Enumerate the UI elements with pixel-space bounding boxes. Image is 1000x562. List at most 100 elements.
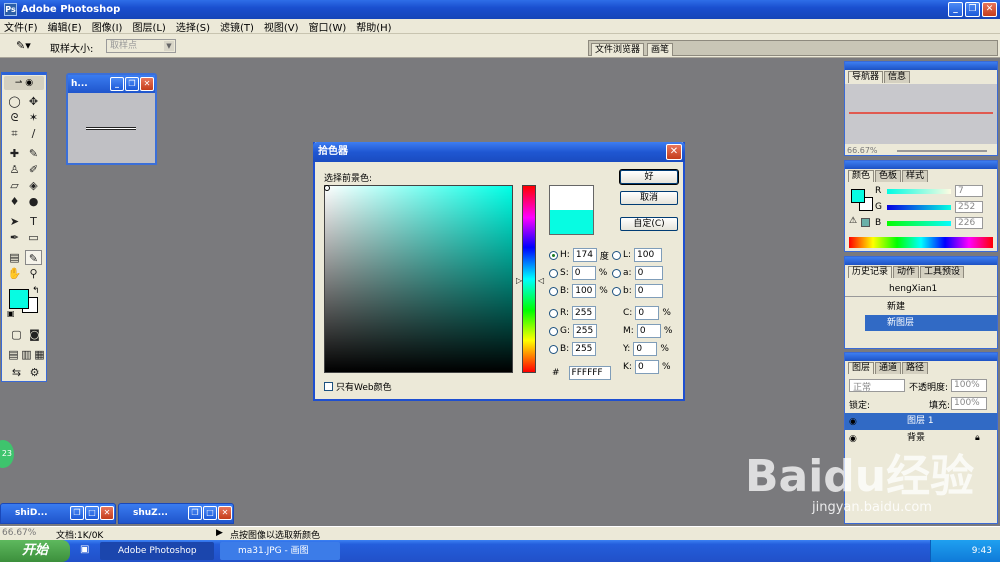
crop-tool-icon[interactable]: ⌗ — [6, 126, 23, 141]
menu-edit[interactable]: 编辑(E) — [48, 19, 82, 34]
history-item[interactable]: 新建 — [845, 299, 997, 315]
color-ramp[interactable] — [849, 237, 993, 248]
lab-a-radio[interactable] — [612, 268, 621, 278]
tab-info[interactable]: 信息 — [884, 71, 911, 83]
menu-view[interactable]: 视图(V) — [264, 19, 299, 34]
hue-slider[interactable] — [522, 185, 536, 373]
document-window[interactable]: h... _ ❐ ✕ — [66, 73, 157, 165]
g-slider[interactable] — [887, 205, 951, 210]
status-menu-arrow-icon[interactable]: ▶ — [216, 528, 223, 538]
picker-close-button[interactable]: ✕ — [666, 144, 682, 160]
g-value[interactable]: 252 — [955, 201, 983, 213]
clock[interactable]: 9:43 — [972, 546, 992, 556]
menu-file[interactable]: 文件(F) — [4, 19, 38, 34]
lab-a-field[interactable]: 0 — [634, 266, 663, 280]
hue-radio[interactable] — [549, 250, 558, 260]
restore-button[interactable]: ❐ — [70, 506, 84, 520]
foreground-color-swatch[interactable] — [9, 289, 29, 309]
sample-size-select[interactable]: 取样点 ▼ — [106, 39, 176, 53]
hand-tool-icon[interactable]: ✋ — [6, 266, 23, 281]
bucket-tool-icon[interactable]: ◈ — [25, 178, 42, 193]
eye-icon[interactable]: ◉ — [849, 414, 857, 431]
red-field[interactable]: 255 — [572, 306, 597, 320]
default-colors-icon[interactable]: ▣ — [7, 309, 15, 318]
saturation-field[interactable]: 0 — [571, 266, 596, 280]
doc-minimize-button[interactable]: _ — [110, 77, 124, 91]
pen-tool-icon[interactable]: ✒ — [6, 230, 23, 245]
lab-b-radio[interactable] — [612, 286, 621, 296]
menu-image[interactable]: 图像(I) — [92, 19, 123, 34]
green-field[interactable]: 255 — [573, 324, 598, 338]
tab-tool-presets[interactable]: 工具预设 — [920, 266, 965, 278]
notification-badge[interactable]: 23 — [0, 440, 14, 468]
saturation-radio[interactable] — [549, 268, 558, 278]
tab-actions[interactable]: 动作 — [893, 266, 920, 278]
eyedropper-tool-icon[interactable]: ✎ — [25, 250, 42, 265]
fullscreen-icon[interactable]: ▦ — [31, 347, 48, 362]
start-button[interactable]: 开始 — [0, 540, 70, 562]
toolbox-header[interactable]: ⇀ ◉ — [4, 76, 44, 90]
eraser-tool-icon[interactable]: ▱ — [6, 178, 23, 193]
lasso-tool-icon[interactable]: ᘓ — [6, 110, 23, 125]
blend-mode-select[interactable]: 正常 — [849, 379, 905, 393]
move-tool-icon[interactable]: ✥ — [25, 94, 42, 109]
tab-color[interactable]: 颜色 — [848, 170, 875, 182]
lab-b-field[interactable]: 0 — [634, 284, 663, 298]
navigator-zoom-slider[interactable] — [897, 150, 987, 152]
maximize-button[interactable]: □ — [85, 506, 99, 520]
task-paint[interactable]: ma31.JPG - 画图 — [220, 542, 340, 560]
navigator-view-box[interactable] — [849, 112, 993, 114]
color-field[interactable] — [324, 185, 513, 373]
tab-swatches[interactable]: 色板 — [875, 170, 902, 182]
brightness-radio[interactable] — [549, 286, 558, 296]
document-title-bar[interactable]: h... _ ❐ ✕ — [68, 75, 155, 93]
stamp-tool-icon[interactable]: ♙ — [6, 162, 23, 177]
close-button[interactable]: ✕ — [218, 506, 232, 520]
layers-panel-bar[interactable] — [845, 353, 997, 361]
red-radio[interactable] — [549, 308, 558, 318]
minimize-button[interactable]: _ — [948, 2, 963, 17]
tab-paths[interactable]: 路径 — [902, 362, 929, 374]
menu-filter[interactable]: 滤镜(T) — [220, 19, 254, 34]
r-slider[interactable] — [887, 189, 951, 194]
healing-tool-icon[interactable]: ✚ — [6, 146, 23, 161]
opacity-field[interactable]: 100% — [951, 379, 987, 392]
gamut-swatch[interactable] — [861, 218, 870, 227]
ok-button[interactable]: 好 — [619, 169, 679, 185]
swap-colors-icon[interactable]: ↰ — [32, 286, 40, 296]
tab-channels[interactable]: 通道 — [875, 362, 902, 374]
eyedropper-icon[interactable]: ✎▾ — [16, 39, 31, 52]
hex-field[interactable]: FFFFFF — [568, 366, 611, 380]
web-only-checkbox[interactable] — [324, 381, 333, 391]
layer-row-selected[interactable]: ◉ 图层 1 — [845, 413, 997, 430]
hue-slider-right-arrow-icon[interactable]: ◁ — [538, 276, 544, 285]
minimized-window[interactable]: shiD... ❐ □ ✕ — [0, 503, 116, 524]
slice-tool-icon[interactable]: ∕ — [25, 126, 42, 141]
imageready-icon[interactable]: ⚙ — [26, 365, 43, 380]
cyan-field[interactable]: 0 — [635, 306, 660, 320]
status-zoom[interactable]: 66.67% — [2, 528, 36, 538]
navigator-zoom[interactable]: 66.67% — [847, 146, 878, 155]
tab-styles[interactable]: 样式 — [902, 170, 929, 182]
tab-navigator[interactable]: 导航器 — [848, 71, 884, 83]
cancel-button[interactable]: 取消 — [620, 191, 678, 205]
brush-tool-icon[interactable]: ✎ — [25, 146, 42, 161]
lab-l-radio[interactable] — [612, 250, 621, 260]
menu-layer[interactable]: 图层(L) — [132, 19, 165, 34]
maximize-button[interactable]: □ — [203, 506, 217, 520]
warning-icon[interactable]: ⚠ — [849, 216, 857, 226]
navigator-panel-bar[interactable] — [845, 62, 997, 70]
zoom-tool-icon[interactable]: ⚲ — [25, 266, 42, 281]
minimized-window[interactable]: shuZ... ❐ □ ✕ — [118, 503, 234, 524]
blur-tool-icon[interactable]: ♦ — [6, 194, 23, 209]
green-radio[interactable] — [549, 326, 558, 336]
show-desktop-icon[interactable]: ▣ — [80, 544, 89, 555]
tab-brushes[interactable]: 画笔 — [647, 43, 674, 56]
history-item-selected[interactable]: 新图层 — [865, 315, 997, 331]
restore-button[interactable]: ❐ — [188, 506, 202, 520]
tab-layers[interactable]: 图层 — [848, 362, 875, 374]
hue-field[interactable]: 174 — [572, 248, 597, 262]
doc-maximize-button[interactable]: ❐ — [125, 77, 139, 91]
picker-title-bar[interactable]: 拾色器 ✕ — [313, 142, 685, 162]
menu-select[interactable]: 选择(S) — [176, 19, 210, 34]
